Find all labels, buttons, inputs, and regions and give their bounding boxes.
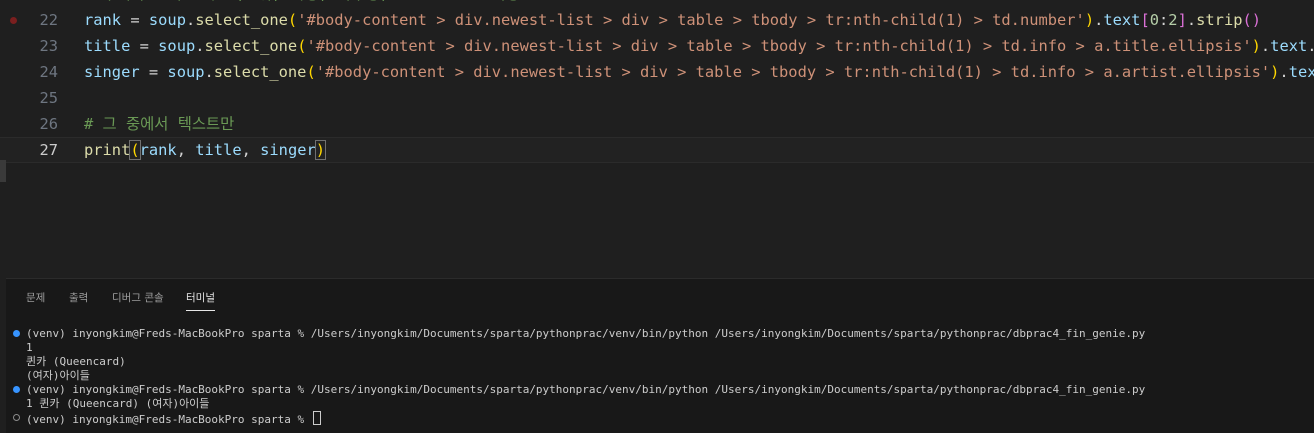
code-token: ,	[176, 141, 196, 159]
code-token: 0	[1149, 11, 1160, 29]
code-token: =	[121, 11, 149, 29]
code-text: # 그 중에서 텍스트만	[84, 111, 234, 137]
code-token: =	[139, 63, 168, 81]
code-token: rank	[139, 141, 177, 159]
code-token: .	[1307, 37, 1314, 55]
terminal-line: 1 퀸카 (Queencard) (여자)아이들	[6, 397, 1314, 411]
code-token: title	[84, 37, 131, 55]
code-line[interactable]: 24 singer = soup.select_one('#body-conten…	[0, 59, 1314, 85]
terminal-cursor	[312, 411, 321, 425]
code-text: # 우리가 원하는 부분(순위, 곡명, 가수명)만 select로 지정	[84, 0, 520, 7]
code-text: print(rank, title, singer)	[84, 137, 327, 163]
code-token: )	[1251, 37, 1261, 55]
code-token: .	[1186, 11, 1197, 29]
code-token: (	[287, 11, 298, 29]
line-number: 21	[0, 0, 58, 7]
code-token: =	[130, 37, 159, 55]
code-token: .	[1260, 37, 1271, 55]
code-token: (	[306, 63, 316, 81]
terminal-output[interactable]: (venv) inyongkim@Freds-MacBookPro sparta…	[6, 327, 1314, 426]
code-token: ()	[1242, 11, 1262, 29]
code-editor[interactable]: 21# 우리가 원하는 부분(순위, 곡명, 가수명)만 select로 지정2…	[0, 0, 1314, 278]
code-token: singer	[84, 63, 140, 81]
code-token: [	[1140, 11, 1150, 29]
terminal-text: (여자)아이들	[26, 369, 90, 382]
terminal-line: 1	[6, 341, 1314, 355]
line-number: 26	[39, 115, 58, 133]
code-token: .	[185, 11, 196, 29]
code-token: :	[1159, 11, 1169, 29]
code-token: .	[195, 37, 205, 55]
line-number: 25	[39, 89, 58, 107]
code-token: select_one	[195, 11, 288, 29]
command-success-icon[interactable]	[13, 330, 20, 337]
terminal-text: 퀸카 (Queencard)	[26, 355, 126, 368]
terminal-text: (venv) inyongkim@Freds-MacBookPro sparta…	[26, 413, 311, 426]
code-line[interactable]: 21 # 우리가 원하는 부분(순위, 곡명, 가수명)만 select로 지정	[0, 0, 1314, 7]
code-token: print	[84, 141, 131, 159]
line-number: 22	[39, 11, 58, 29]
code-token: ,	[241, 141, 261, 159]
code-token: # 그 중에서 텍스트만	[84, 115, 235, 133]
code-text: title = soup.select_one('#body-content >…	[84, 33, 1314, 59]
code-token: soup	[167, 63, 205, 81]
tab-debug-console[interactable]: 디버그 콘솔	[112, 290, 164, 305]
code-token: 2	[1168, 11, 1178, 29]
code-token: '#body-content > div.newest-list > div >…	[306, 37, 1252, 55]
code-token: .	[1279, 63, 1289, 81]
editor-scroll-indicator	[0, 160, 6, 182]
editor-lines: 21# 우리가 원하는 부분(순위, 곡명, 가수명)만 select로 지정2…	[0, 0, 1314, 163]
code-line[interactable]: 25	[0, 85, 1314, 111]
code-token: .	[204, 63, 214, 81]
code-token: ]	[1177, 11, 1187, 29]
code-text: singer = soup.select_one('#body-content …	[84, 59, 1314, 85]
code-token: )	[314, 140, 327, 160]
code-line[interactable]: 26 # 그 중에서 텍스트만	[0, 111, 1314, 137]
terminal-line: 퀸카 (Queencard)	[6, 355, 1314, 369]
code-line[interactable]: 23 title = soup.select_one('#body-content…	[0, 33, 1314, 59]
code-token: select_one	[213, 63, 307, 81]
code-token: )	[1084, 11, 1095, 29]
terminal-line: (venv) inyongkim@Freds-MacBookPro sparta…	[6, 327, 1314, 341]
line-number: 24	[39, 63, 58, 81]
terminal-line: (여자)아이들	[6, 369, 1314, 383]
code-token: text	[1270, 37, 1308, 55]
code-token: rank	[84, 11, 122, 29]
code-text: rank = soup.select_one('#body-content > …	[84, 7, 1261, 33]
command-pending-icon[interactable]	[13, 414, 20, 421]
tab-output[interactable]: 출력	[69, 290, 88, 305]
line-number: 23	[39, 37, 58, 55]
bottom-panel: 문제 출력 디버그 콘솔 터미널 (venv) inyongkim@Freds-…	[6, 278, 1314, 433]
code-token: strip	[1196, 11, 1243, 29]
code-line[interactable]: 22 rank = soup.select_one('#body-content …	[0, 7, 1314, 33]
code-token: '#body-content > div.newest-list > div >…	[315, 63, 1271, 81]
terminal-line: (venv) inyongkim@Freds-MacBookPro sparta…	[6, 411, 1314, 426]
terminal-text: 1	[26, 341, 33, 354]
code-token: select_one	[204, 37, 298, 55]
line-number: 27	[39, 141, 58, 159]
code-token: text	[1103, 11, 1141, 29]
code-token: text	[1288, 63, 1314, 81]
panel-tabs: 문제 출력 디버그 콘솔 터미널	[6, 279, 1314, 315]
code-token: (	[129, 140, 141, 160]
code-token: # 우리가 원하는 부분(순위, 곡명, 가수명)만 select로 지정	[84, 0, 520, 3]
code-token: title	[195, 141, 242, 159]
terminal-text: 1 퀸카 (Queencard) (여자)아이들	[26, 397, 210, 410]
code-token: soup	[148, 11, 186, 29]
terminal-text: (venv) inyongkim@Freds-MacBookPro sparta…	[26, 383, 1146, 396]
terminal-text: (venv) inyongkim@Freds-MacBookPro sparta…	[26, 327, 1146, 340]
code-token: singer	[260, 141, 316, 159]
code-token: '#body-content > div.newest-list > div >…	[297, 11, 1085, 29]
code-token: .	[1094, 11, 1104, 29]
terminal-line: (venv) inyongkim@Freds-MacBookPro sparta…	[6, 383, 1314, 397]
command-success-icon[interactable]	[13, 386, 20, 393]
tab-terminal[interactable]: 터미널	[186, 290, 215, 311]
code-token: soup	[158, 37, 196, 55]
tab-problems[interactable]: 문제	[26, 290, 45, 305]
code-line[interactable]: 27 print(rank, title, singer)	[0, 137, 1314, 163]
